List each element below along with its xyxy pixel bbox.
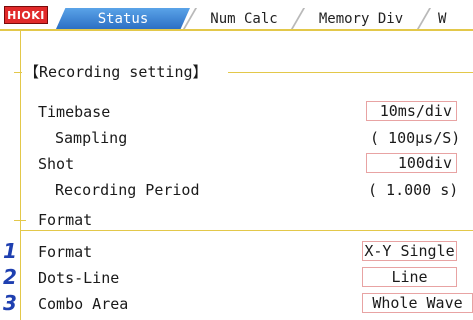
tab-memory-div[interactable]: Memory Div [298,8,424,29]
sampling-label: Sampling [55,129,128,147]
format-section-title: Format [38,211,93,229]
tab-status[interactable]: Status [56,8,190,29]
marker-1: 1 [3,239,17,263]
timebase-value[interactable]: 10ms/div [366,101,457,121]
timebase-label: Timebase [38,103,111,121]
recording-setting-title: 【Recording setting】 [22,61,210,82]
dots-line-label: Dots-Line [38,269,120,287]
section-tick [14,220,26,221]
shot-value[interactable]: 100div [366,153,457,173]
tab-num-calc[interactable]: Num Calc [190,8,298,29]
combo-area-label: Combo Area [38,295,129,313]
combo-area-value[interactable]: Whole Wave [362,293,473,313]
tab-bar: HIOKI Status Num Calc Memory Div W [0,0,473,31]
recording-period-value: ( 1.000 s) [368,181,459,199]
format-rule [20,230,473,231]
recording-period-label: Recording Period [55,181,200,199]
hioki-logo: HIOKI [4,6,48,24]
section-rule [228,72,473,73]
tab-w[interactable]: W [424,8,473,29]
format-label: Format [38,243,93,261]
marker-2: 2 [3,265,17,289]
marker-3: 3 [3,291,17,315]
format-value[interactable]: X-Y Single [362,241,457,261]
sampling-value: ( 100µs/S) [370,129,461,147]
shot-label: Shot [38,155,75,173]
dots-line-value[interactable]: Line [362,267,457,287]
